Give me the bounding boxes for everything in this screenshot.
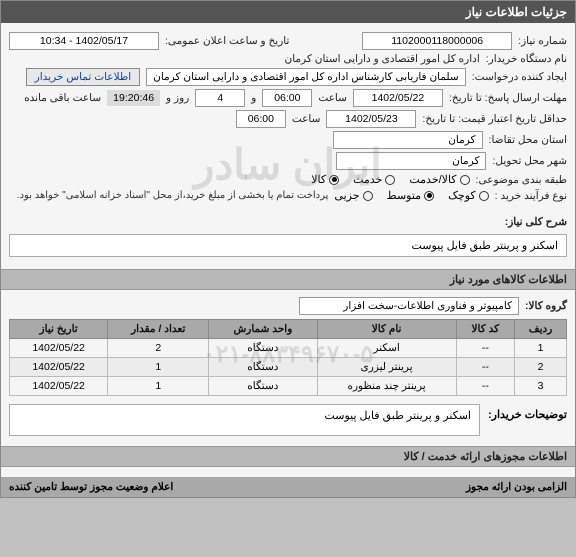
- goods-section-title: اطلاعات کالاهای مورد نیاز: [1, 269, 575, 290]
- table-row: 1--اسکنردستگاه21402/05/22: [10, 339, 567, 358]
- buyer-label: نام دستگاه خریدار:: [486, 53, 567, 65]
- th-name: نام کالا: [317, 320, 456, 339]
- table-header-row: ردیف کد کالا نام کالا واحد شمارش تعداد /…: [10, 320, 567, 339]
- req-place-value: کرمان: [333, 131, 483, 149]
- th-row: ردیف: [515, 320, 567, 339]
- overall-desc-text: اسکنر و پرینتر طبق فایل پیوست: [9, 234, 567, 257]
- deadline-date: 1402/05/22: [353, 89, 443, 107]
- radio-medium[interactable]: متوسط: [387, 189, 435, 202]
- need-no-value: 1102000118000006: [362, 32, 512, 50]
- announce-label: تاریخ و ساعت اعلان عمومی:: [165, 35, 289, 47]
- buyer-notes-row: توضیحات خریدار: اسکنر و پرینتر طبق فایل …: [9, 404, 567, 436]
- need-details-panel: جزئیات اطلاعات نیاز شماره نیاز: 11020001…: [0, 0, 576, 498]
- th-qty: تعداد / مقدار: [108, 320, 209, 339]
- days-remaining: 4: [195, 89, 245, 107]
- buyer-value: اداره کل امور اقتصادی و دارایی استان کرم…: [285, 53, 480, 65]
- process-label: نوع فرآیند خرید :: [495, 190, 567, 202]
- deadline-time: 06:00: [262, 89, 312, 107]
- license-footer: الزامی بودن ارائه مجوز اعلام وضعیت مجوز …: [1, 477, 575, 497]
- need-no-label: شماره نیاز:: [518, 35, 567, 47]
- form-area: شماره نیاز: 1102000118000006 تاریخ و ساع…: [1, 23, 575, 211]
- group-value: کامپیوتر و فناوری اطلاعات-سخت افزار: [299, 297, 519, 315]
- valid-label: حداقل تاریخ اعتبار قیمت: تا تاریخ:: [422, 113, 567, 125]
- creator-label: ایجاد کننده درخواست:: [472, 71, 567, 83]
- creator-value: سلمان فاریابی کارشناس اداره کل امور اقتص…: [146, 68, 466, 86]
- radio-goods[interactable]: کالا: [311, 173, 339, 186]
- table-row: 2--پرینتر لیزریدستگاه11402/05/22: [10, 358, 567, 377]
- radio-goods-service[interactable]: کالا/خدمت: [409, 173, 469, 186]
- deliv-place-value: کرمان: [336, 152, 486, 170]
- buyer-notes-label: توضیحات خریدار:: [488, 404, 567, 436]
- panel-title: جزئیات اطلاعات نیاز: [1, 1, 575, 23]
- th-unit: واحد شمارش: [209, 320, 317, 339]
- rooz-label: روز و: [166, 92, 189, 104]
- subject-radio-group: کالا/خدمت خدمت کالا: [311, 173, 469, 186]
- valid-date: 1402/05/23: [326, 110, 416, 128]
- time-remaining: 19:20:46: [107, 90, 160, 106]
- valid-time: 06:00: [236, 110, 286, 128]
- radio-small[interactable]: کوچک: [448, 189, 489, 202]
- license-section-title: اطلاعات مجوزهای ارائه خدمت / کالا: [1, 446, 575, 467]
- radio-partial[interactable]: جزیی: [334, 189, 372, 202]
- deadline-label: مهلت ارسال پاسخ: تا تاریخ:: [449, 92, 567, 104]
- va-label: و: [251, 92, 256, 104]
- subject-class-label: طبقه بندی موضوعی:: [476, 174, 567, 186]
- saat-label-1: ساعت: [318, 92, 347, 104]
- req-place-label: استان محل تقاضا:: [489, 134, 567, 146]
- th-code: کد کالا: [456, 320, 514, 339]
- table-row: 3--پرینتر چند منظورهدستگاه11402/05/22: [10, 377, 567, 396]
- goods-table: ردیف کد کالا نام کالا واحد شمارش تعداد /…: [9, 319, 567, 396]
- buyer-notes-text: اسکنر و پرینتر طبق فایل پیوست: [9, 404, 480, 436]
- radio-service[interactable]: خدمت: [353, 173, 395, 186]
- deliv-place-label: شهر محل تحویل:: [492, 155, 567, 167]
- remain-label: ساعت باقی مانده: [24, 92, 101, 104]
- license-footer-left: اعلام وضعیت مجوز توسط تامین کننده: [9, 481, 173, 493]
- saat-label-2: ساعت: [292, 113, 321, 125]
- process-radio-group: کوچک متوسط جزیی: [334, 189, 488, 202]
- announce-value: 1402/05/17 - 10:34: [9, 32, 159, 50]
- th-date: تاریخ نیاز: [10, 320, 108, 339]
- overall-desc-label: شرح کلی نیاز:: [505, 216, 567, 228]
- license-footer-right: الزامی بودن ارائه مجوز: [466, 481, 567, 493]
- process-note: پرداخت تمام یا بخشی از مبلغ خرید،از محل …: [17, 190, 329, 201]
- group-label: گروه کالا:: [525, 300, 567, 312]
- contact-buyer-button[interactable]: اطلاعات تماس خریدار: [26, 68, 140, 86]
